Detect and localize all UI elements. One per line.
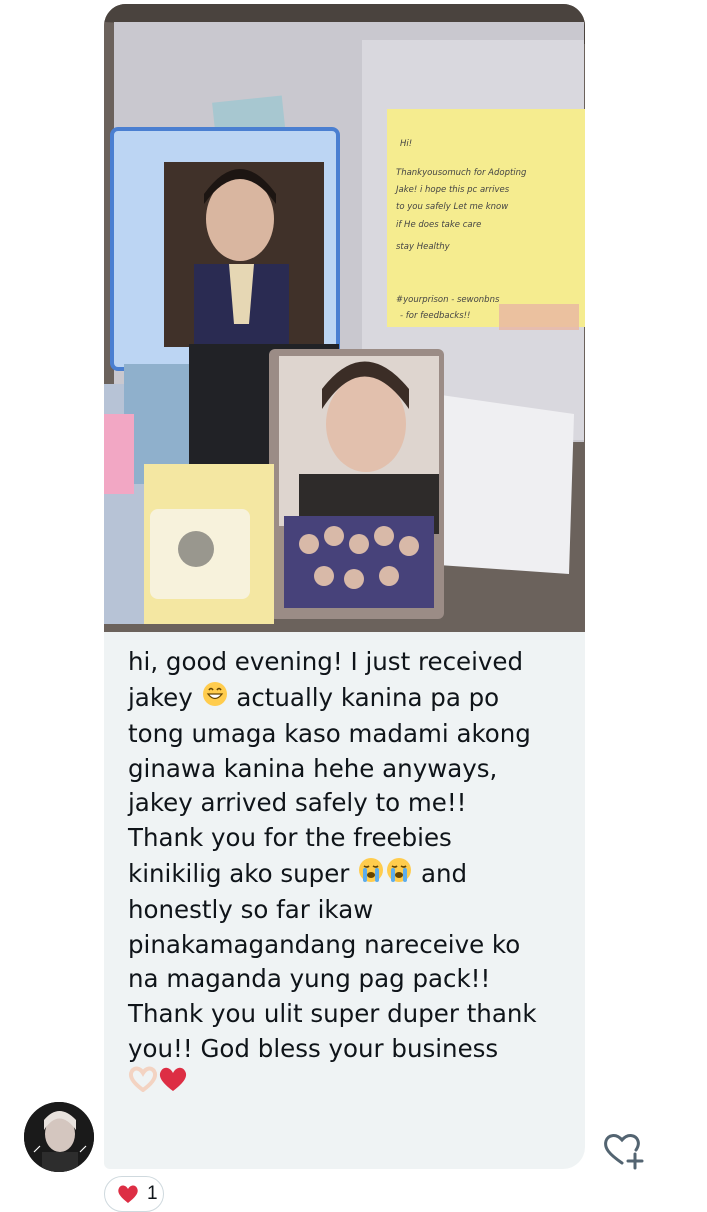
photo-illustration: Hi! Thankyousomuch for Adopting Jake! i … (104, 4, 585, 632)
line-2: actually kanina pa po (236, 682, 500, 712)
line-3: tong umaga kaso madami akong (128, 719, 531, 749)
note-line-7: #yourprison - sewonbns (396, 295, 500, 305)
grinning-face-emoji (201, 680, 229, 718)
sender-avatar[interactable] (24, 1102, 94, 1172)
line-1: hi, good evening! I just received (128, 647, 524, 676)
line-5: jakey arrived safely to me!! (128, 788, 467, 818)
note-line-8: - for feedbacks!! (400, 311, 470, 321)
heart-plus-icon (604, 1134, 644, 1170)
crying-face-emoji (357, 856, 385, 894)
add-reaction-button[interactable] (600, 1127, 648, 1171)
note-line-1: Hi! (400, 139, 412, 149)
heart-reaction-pill[interactable]: 1 (104, 1176, 164, 1212)
reaction-count: 1 (147, 1183, 158, 1204)
message-text: hi, good evening! I just received jakey … (128, 645, 568, 1102)
heart-icon (118, 1185, 138, 1203)
line-12: you!! God bless your business (128, 1033, 499, 1063)
line-8: honestly so far ikaw (128, 895, 374, 925)
line-9: pinakamagandang nareceive ko (128, 929, 521, 959)
note-line-5: if He does take care (396, 220, 481, 230)
line-10: na maganda yung pag pack!! (128, 964, 491, 994)
line-7b: and (420, 858, 468, 888)
note-line-6: stay Healthy (396, 242, 451, 252)
line-2-word: jakey (128, 682, 193, 712)
message-bubble[interactable]: Hi! Thankyousomuch for Adopting Jake! i … (104, 4, 585, 1169)
note-line-2: Thankyousomuch for Adopting (396, 168, 527, 178)
crying-face-emoji (385, 856, 413, 894)
note-line-3: Jake! i hope this pc arrives (394, 185, 510, 195)
line-6: Thank you for the freebies (128, 822, 452, 852)
line-11: Thank you ulit super duper thank (128, 998, 537, 1028)
note-line-4: to you safely Let me know (396, 202, 508, 212)
heart-hands-emoji (128, 1066, 158, 1102)
line-4: ginawa kanina hehe anyways, (128, 753, 498, 783)
attached-photo[interactable]: Hi! Thankyousomuch for Adopting Jake! i … (104, 4, 585, 632)
avatar-image (24, 1102, 94, 1172)
red-heart-emoji (158, 1066, 188, 1102)
line-7: kinikilig ako super (128, 858, 350, 888)
